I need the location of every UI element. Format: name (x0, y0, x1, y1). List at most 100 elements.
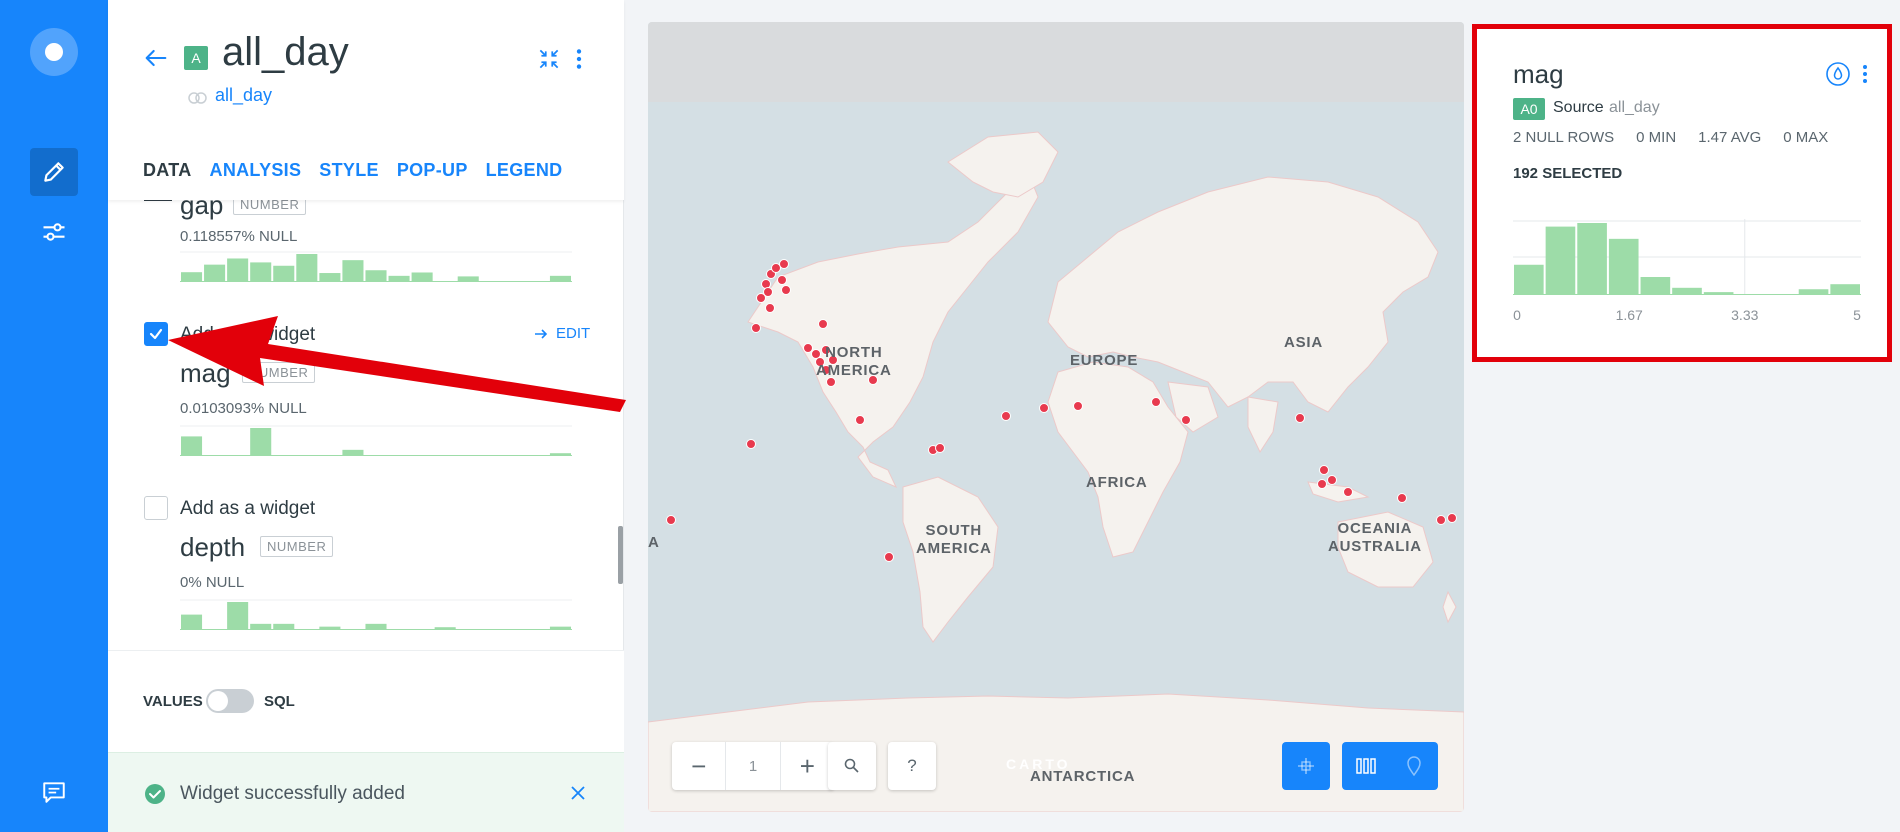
histogram-bar (365, 623, 387, 630)
histogram-bar (181, 272, 203, 282)
property-type-badge: NUMBER (233, 200, 307, 215)
histogram-bar (1545, 226, 1576, 295)
query-mode-footer: VALUES SQL (108, 650, 624, 752)
map-view-button[interactable] (1390, 742, 1438, 790)
chat-icon (43, 782, 65, 803)
carto-watermark: CARTO (1006, 756, 1071, 772)
histogram-bar (250, 623, 272, 630)
add-widget-checkbox[interactable] (144, 322, 168, 346)
edit-widget-link[interactable]: EDIT (534, 325, 590, 342)
earthquake-point (746, 439, 756, 449)
south-america-landmass (902, 476, 999, 643)
histogram-bar (250, 262, 272, 282)
greenland-landmass (947, 131, 1059, 198)
histogram-bar (181, 614, 203, 630)
close-icon[interactable] (568, 783, 588, 808)
color-drop-icon[interactable] (1825, 61, 1851, 92)
histogram-bar (434, 627, 456, 630)
tab-data[interactable]: DATA (143, 160, 192, 181)
columns-icon (1356, 758, 1376, 774)
measure-button[interactable] (1282, 742, 1330, 790)
property-list: gap NUMBER 0.118557% NULL Add as a widge… (108, 200, 624, 650)
app-sidebar (0, 0, 108, 832)
source-link-icon (188, 91, 208, 109)
stat-min: 0 MIN (1636, 129, 1677, 146)
selected-count: 192 SELECTED (1513, 165, 1623, 182)
histogram-bar (1830, 284, 1860, 295)
histogram-bar (1514, 264, 1544, 295)
property-type-badge: NUMBER (242, 362, 316, 383)
histogram-bar (204, 264, 226, 282)
arrow-right-icon (535, 328, 548, 339)
earthquake-point (765, 303, 775, 313)
earthquake-point (666, 515, 676, 525)
histogram-bar (319, 626, 341, 630)
tab-legend[interactable]: LEGEND (486, 160, 563, 181)
axis-tick-label: 1.67 (1615, 307, 1643, 323)
stat-null-rows: 2 NULL ROWS (1513, 129, 1615, 146)
histogram-bar (273, 265, 295, 282)
layer-options-icon[interactable] (574, 46, 584, 77)
widget-options-icon[interactable] (1861, 63, 1869, 90)
histogram-bar (549, 275, 571, 282)
histogram-bar (319, 273, 341, 282)
layer-panel: A all_day all_day DATA ANALYSIS STYLE PO… (108, 0, 624, 832)
property-name: mag (180, 358, 231, 388)
axis-tick-label: 5 (1853, 307, 1861, 323)
histogram-bar (365, 270, 387, 282)
pencil-icon (44, 162, 64, 182)
earthquake-point (1073, 401, 1083, 411)
search-map-button[interactable] (828, 742, 876, 790)
zoom-in-button[interactable]: + (781, 742, 834, 790)
carto-logo[interactable] (30, 28, 78, 76)
layer-name[interactable]: all_day (222, 30, 349, 75)
map-settings-button[interactable] (30, 208, 78, 256)
histogram-bar (273, 623, 295, 630)
histogram-bar (227, 602, 249, 630)
earthquake-point (1327, 475, 1337, 485)
tab-analysis[interactable]: ANALYSIS (210, 160, 302, 181)
earthquake-point (756, 293, 766, 303)
map-canvas[interactable]: NORTH AMERICA SOUTH AMERICA EUROPE AFRIC… (648, 22, 1464, 812)
widget-histogram[interactable] (1513, 219, 1861, 295)
back-arrow-icon[interactable] (142, 44, 170, 77)
help-button[interactable]: ? (888, 742, 936, 790)
edit-map-button[interactable] (30, 148, 78, 196)
earthquake-point (1001, 411, 1011, 421)
check-circle-icon (144, 783, 166, 810)
label-edge: A (648, 534, 660, 551)
zoom-out-button[interactable]: − (672, 742, 725, 790)
earthquake-point (1039, 403, 1049, 413)
indonesia-landmass (1307, 481, 1370, 503)
add-widget-checkbox[interactable] (144, 496, 168, 520)
success-toast: Widget successfully added (108, 752, 624, 832)
compress-icon[interactable] (536, 46, 562, 77)
histogram-axis: 0 1.67 3.33 5 (1513, 307, 1861, 327)
layer-source-link[interactable]: all_day (215, 85, 272, 106)
histogram-bar (1640, 277, 1671, 295)
histogram-bar (388, 275, 410, 282)
layer-letter-badge: A (184, 46, 208, 70)
panel-scrollbar[interactable] (618, 526, 623, 584)
earthquake-point (1181, 415, 1191, 425)
layer-tabs: DATA ANALYSIS STYLE POP-UP LEGEND (143, 160, 562, 181)
property-type-badge: NUMBER (260, 536, 334, 557)
map-pin-icon (1407, 756, 1421, 776)
earthquake-point (1447, 513, 1457, 523)
feedback-button[interactable] (30, 768, 78, 816)
mag-widget: mag A0 Source all_day 2 NULL ROWS 0 MIN … (1472, 24, 1892, 362)
sliders-icon (43, 223, 65, 241)
label-south-america: SOUTH AMERICA (916, 522, 992, 557)
property-null-text: 0.118557% NULL (180, 228, 298, 245)
tab-popup[interactable]: POP-UP (397, 160, 468, 181)
tab-style[interactable]: STYLE (319, 160, 379, 181)
property-histogram (180, 599, 572, 630)
earthquake-point (751, 323, 761, 333)
sql-toggle[interactable] (206, 689, 254, 713)
label-north-america: NORTH AMERICA (816, 344, 892, 379)
widgets-view-button[interactable] (1342, 742, 1390, 790)
widget-title: mag (1513, 59, 1564, 89)
earthquake-point (884, 552, 894, 562)
layer-header: A all_day all_day DATA ANALYSIS STYLE PO… (108, 0, 624, 200)
axis-tick-label: 3.33 (1731, 307, 1759, 323)
